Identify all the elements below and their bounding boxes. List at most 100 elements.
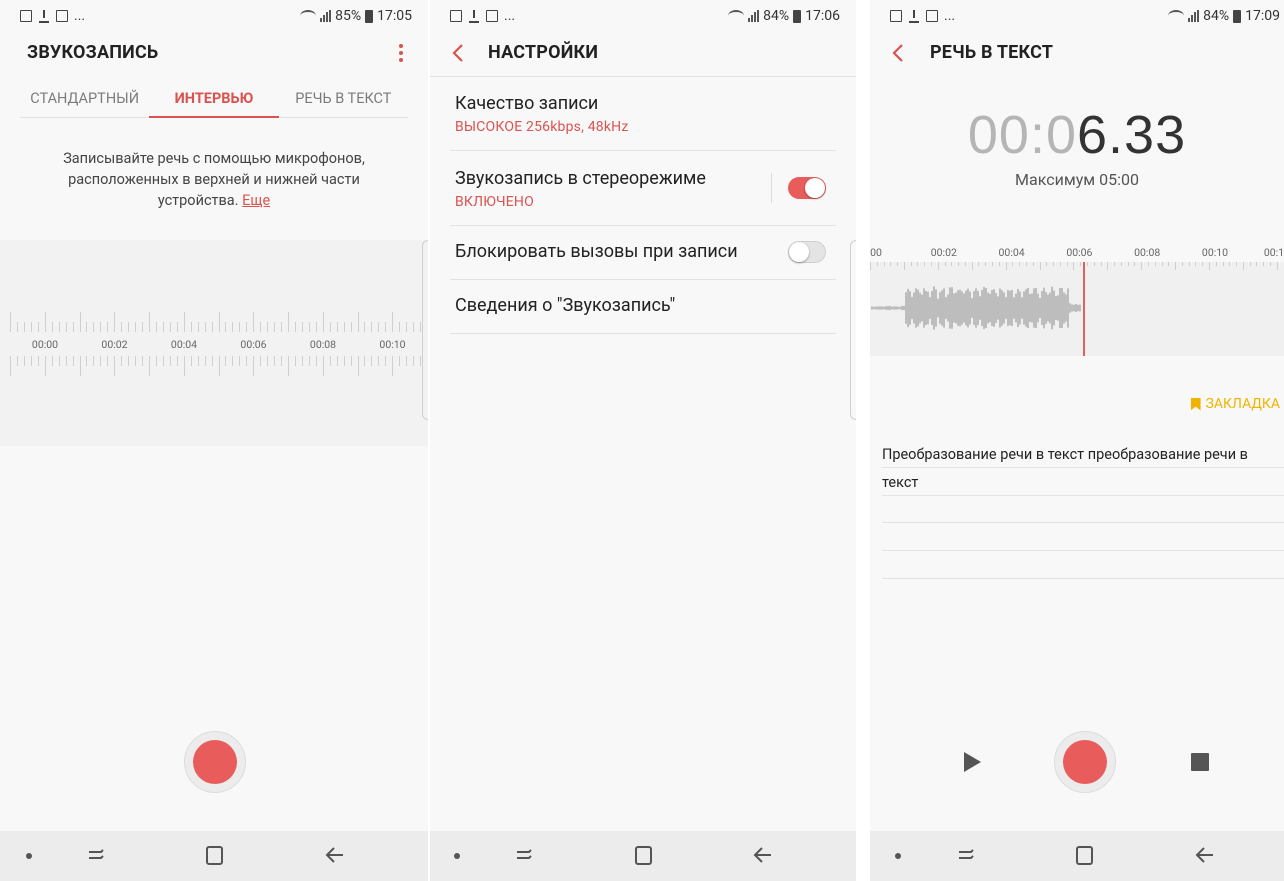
battery-icon xyxy=(1233,10,1241,23)
bookmark-button[interactable]: ЗАКЛАДКА xyxy=(1191,396,1280,412)
timeline-tick xyxy=(52,322,53,332)
timeline-tick xyxy=(281,322,282,332)
timeline-tick xyxy=(184,356,185,376)
nav-dot-icon[interactable] xyxy=(454,853,460,859)
timeline-tick xyxy=(344,322,345,332)
timeline-tick xyxy=(38,322,39,332)
play-icon[interactable] xyxy=(964,752,981,772)
image-notification-icon xyxy=(890,10,902,22)
timeline-tick xyxy=(177,356,178,366)
timeline-tick xyxy=(149,312,150,332)
playhead[interactable] xyxy=(1083,262,1085,356)
timeline-tick xyxy=(219,356,220,376)
timeline-tick xyxy=(45,356,46,376)
timeline-tick xyxy=(100,322,101,332)
timeline-tick xyxy=(66,356,67,366)
gallery-notification-icon xyxy=(56,10,68,22)
recents-icon[interactable] xyxy=(515,847,533,863)
timeline-tick xyxy=(219,312,220,332)
toggle-divider xyxy=(771,173,772,203)
timeline-tick xyxy=(114,312,115,332)
tab-interview[interactable]: ИНТЕРВЬЮ xyxy=(149,80,278,117)
nav-dot-icon[interactable] xyxy=(895,853,901,859)
timeline-tick xyxy=(191,356,192,366)
timeline-tick xyxy=(31,356,32,366)
timeline-tick xyxy=(38,356,39,366)
stop-icon[interactable] xyxy=(1191,753,1209,771)
setting-about[interactable]: Сведения о "Звукозапись" xyxy=(450,280,836,334)
home-icon[interactable] xyxy=(206,846,223,865)
timeline-tick xyxy=(351,322,352,332)
recents-icon[interactable] xyxy=(957,847,975,863)
record-button[interactable] xyxy=(184,731,246,793)
setting-block-calls[interactable]: Блокировать вызовы при записи xyxy=(450,226,836,280)
timeline-tick xyxy=(371,322,372,332)
clock: 17:05 xyxy=(377,8,412,24)
timeline-tick xyxy=(288,356,289,376)
timeline-tick xyxy=(212,356,213,366)
recents-icon[interactable] xyxy=(87,847,105,863)
clock: 17:09 xyxy=(1245,8,1280,24)
signal-icon xyxy=(320,10,331,22)
timeline-label: 00:08 xyxy=(1134,246,1160,259)
timeline-tick xyxy=(17,322,18,332)
record-icon xyxy=(193,740,237,784)
timeline-tick xyxy=(274,356,275,366)
gallery-notification-icon xyxy=(926,10,938,22)
timeline-tick xyxy=(225,356,226,366)
timeline-tick xyxy=(358,312,359,332)
timeline-tick xyxy=(107,322,108,332)
back-nav-icon[interactable] xyxy=(325,845,345,865)
battery-level: 84% xyxy=(763,8,789,24)
timeline-tick xyxy=(232,322,233,332)
timeline-tick xyxy=(163,356,164,366)
record-button[interactable] xyxy=(1054,731,1116,793)
timeline-tick xyxy=(323,312,324,332)
back-nav-icon[interactable] xyxy=(753,845,773,865)
timeline-tick xyxy=(420,322,421,332)
back-arrow-icon[interactable] xyxy=(888,42,910,64)
timeline-tick xyxy=(378,322,379,332)
timeline-tick xyxy=(316,356,317,366)
timeline-label: 00:02 xyxy=(101,338,127,351)
timeline-tick xyxy=(316,322,317,332)
elapsed-time: 00:06.33 xyxy=(870,104,1284,166)
more-notifications: ... xyxy=(74,8,85,24)
nav-dot-icon[interactable] xyxy=(26,853,32,859)
more-link[interactable]: Еще xyxy=(242,192,270,209)
timeline-tick xyxy=(10,312,11,332)
timeline-tick xyxy=(364,356,365,366)
setting-recording-quality[interactable]: Качество записи ВЫСОКОЕ 256kbps, 48kHz xyxy=(450,77,836,151)
timeline-tick xyxy=(80,356,81,376)
timeline-tick xyxy=(170,356,171,366)
more-options-icon[interactable] xyxy=(396,42,406,64)
tab-standard[interactable]: СТАНДАРТНЫЙ xyxy=(20,80,149,117)
timeline-tick xyxy=(406,356,407,366)
home-icon[interactable] xyxy=(635,846,652,865)
timeline-label: 00:06 xyxy=(240,338,266,351)
timeline-tick xyxy=(52,356,53,366)
timeline-tick xyxy=(17,356,18,366)
timeline-tick xyxy=(309,356,310,366)
timeline-tick xyxy=(128,322,129,332)
status-bar: ... 84% 17:06 xyxy=(430,0,856,32)
timeline-tick xyxy=(288,312,289,332)
navigation-bar xyxy=(870,831,1284,881)
block-calls-toggle[interactable] xyxy=(788,241,826,263)
app-header: РЕЧЬ В ТЕКСТ xyxy=(870,32,1284,76)
timeline-tick xyxy=(59,356,60,366)
back-arrow-icon[interactable] xyxy=(448,42,470,64)
tab-speech-to-text[interactable]: РЕЧЬ В ТЕКСТ xyxy=(279,80,408,117)
timeline-tick xyxy=(128,356,129,366)
timeline-tick xyxy=(239,356,240,366)
home-icon[interactable] xyxy=(1076,846,1093,865)
setting-stereo-recording[interactable]: Звукозапись в стереорежиме ВКЛЮЧЕНО xyxy=(450,151,836,226)
timeline-tick xyxy=(330,322,331,332)
timeline-tick xyxy=(205,322,206,332)
stereo-toggle[interactable] xyxy=(788,177,826,199)
side-panel-handle[interactable] xyxy=(850,240,856,420)
back-nav-icon[interactable] xyxy=(1195,845,1215,865)
setting-value: ВЫСОКОЕ 256kbps, 48kHz xyxy=(455,119,628,135)
transcript-rule xyxy=(882,578,1284,579)
timeline-tick xyxy=(100,356,101,366)
